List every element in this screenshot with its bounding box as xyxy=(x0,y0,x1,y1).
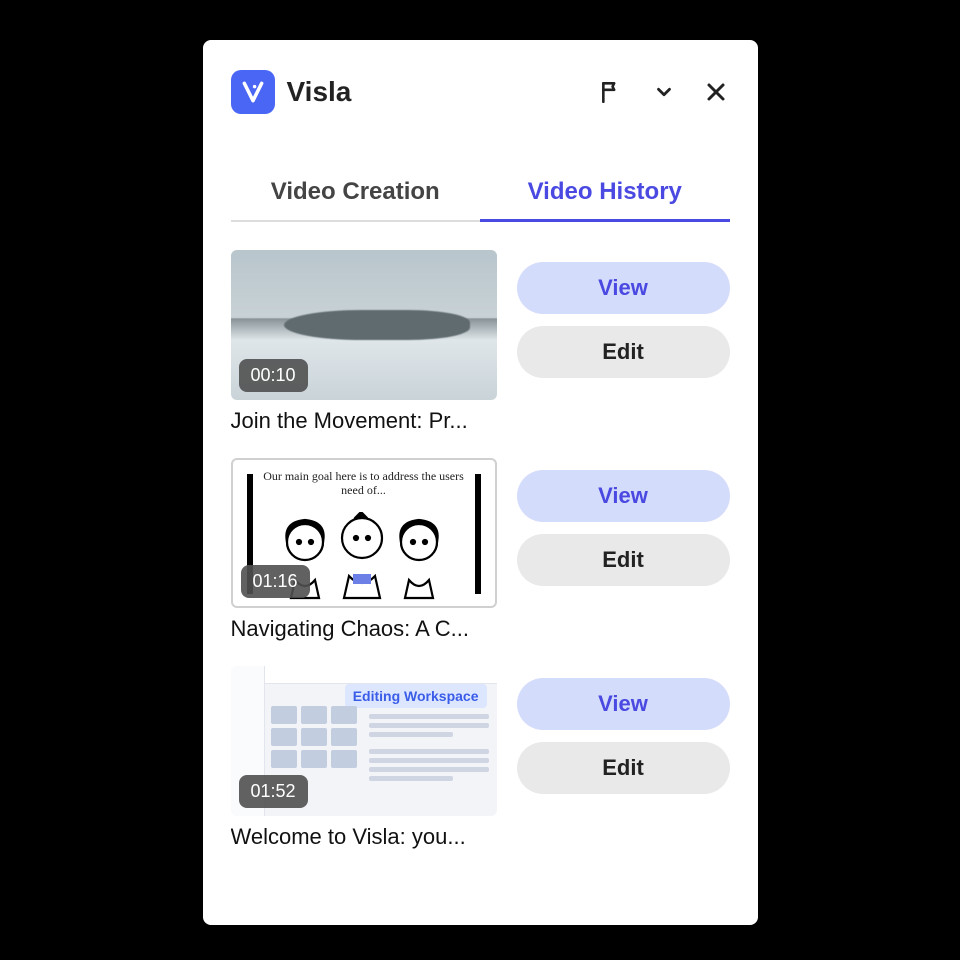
view-button[interactable]: View xyxy=(517,678,730,730)
duration-badge: 00:10 xyxy=(239,359,308,392)
edit-button[interactable]: Edit xyxy=(517,326,730,378)
video-thumbnail[interactable]: Our main goal here is to address the use… xyxy=(231,458,497,608)
panel-header: Visla xyxy=(231,70,730,114)
close-icon[interactable] xyxy=(702,78,730,106)
decoration xyxy=(475,474,481,594)
thumb-caption: Our main goal here is to address the use… xyxy=(263,470,465,498)
thumbnail-column: Editing Workspace 01:52 Welcome to Visla… xyxy=(231,666,497,850)
view-button[interactable]: View xyxy=(517,470,730,522)
header-actions xyxy=(598,78,730,106)
visla-logo-icon xyxy=(231,70,275,114)
decoration xyxy=(369,714,489,785)
visla-panel: Visla Video Creation xyxy=(203,40,758,925)
video-title: Navigating Chaos: A C... xyxy=(231,616,497,642)
button-column: View Edit xyxy=(517,666,730,850)
view-button[interactable]: View xyxy=(517,262,730,314)
thumbnail-column: Our main goal here is to address the use… xyxy=(231,458,497,642)
decoration xyxy=(265,666,497,684)
video-title: Welcome to Visla: you... xyxy=(231,824,497,850)
button-column: View Edit xyxy=(517,250,730,434)
chevron-down-icon[interactable] xyxy=(650,78,678,106)
video-thumbnail[interactable]: 00:10 xyxy=(231,250,497,400)
flag-icon[interactable] xyxy=(598,78,626,106)
thumbnail-column: 00:10 Join the Movement: Pr... xyxy=(231,250,497,434)
edit-button[interactable]: Edit xyxy=(517,742,730,794)
thumb-badge: Editing Workspace xyxy=(345,684,487,708)
edit-button[interactable]: Edit xyxy=(517,534,730,586)
decoration xyxy=(271,706,357,768)
tab-video-history[interactable]: Video History xyxy=(480,164,730,220)
tabs: Video Creation Video History xyxy=(231,164,730,222)
button-column: View Edit xyxy=(517,458,730,642)
duration-badge: 01:16 xyxy=(241,565,310,598)
history-item: 00:10 Join the Movement: Pr... View Edit xyxy=(231,250,730,434)
brand-name: Visla xyxy=(287,76,352,108)
brand: Visla xyxy=(231,70,352,114)
tab-video-creation[interactable]: Video Creation xyxy=(231,164,481,220)
duration-badge: 01:52 xyxy=(239,775,308,808)
video-title: Join the Movement: Pr... xyxy=(231,408,497,434)
video-thumbnail[interactable]: Editing Workspace 01:52 xyxy=(231,666,497,816)
history-item: Editing Workspace 01:52 Welcome to Visla… xyxy=(231,666,730,850)
history-item: Our main goal here is to address the use… xyxy=(231,458,730,642)
